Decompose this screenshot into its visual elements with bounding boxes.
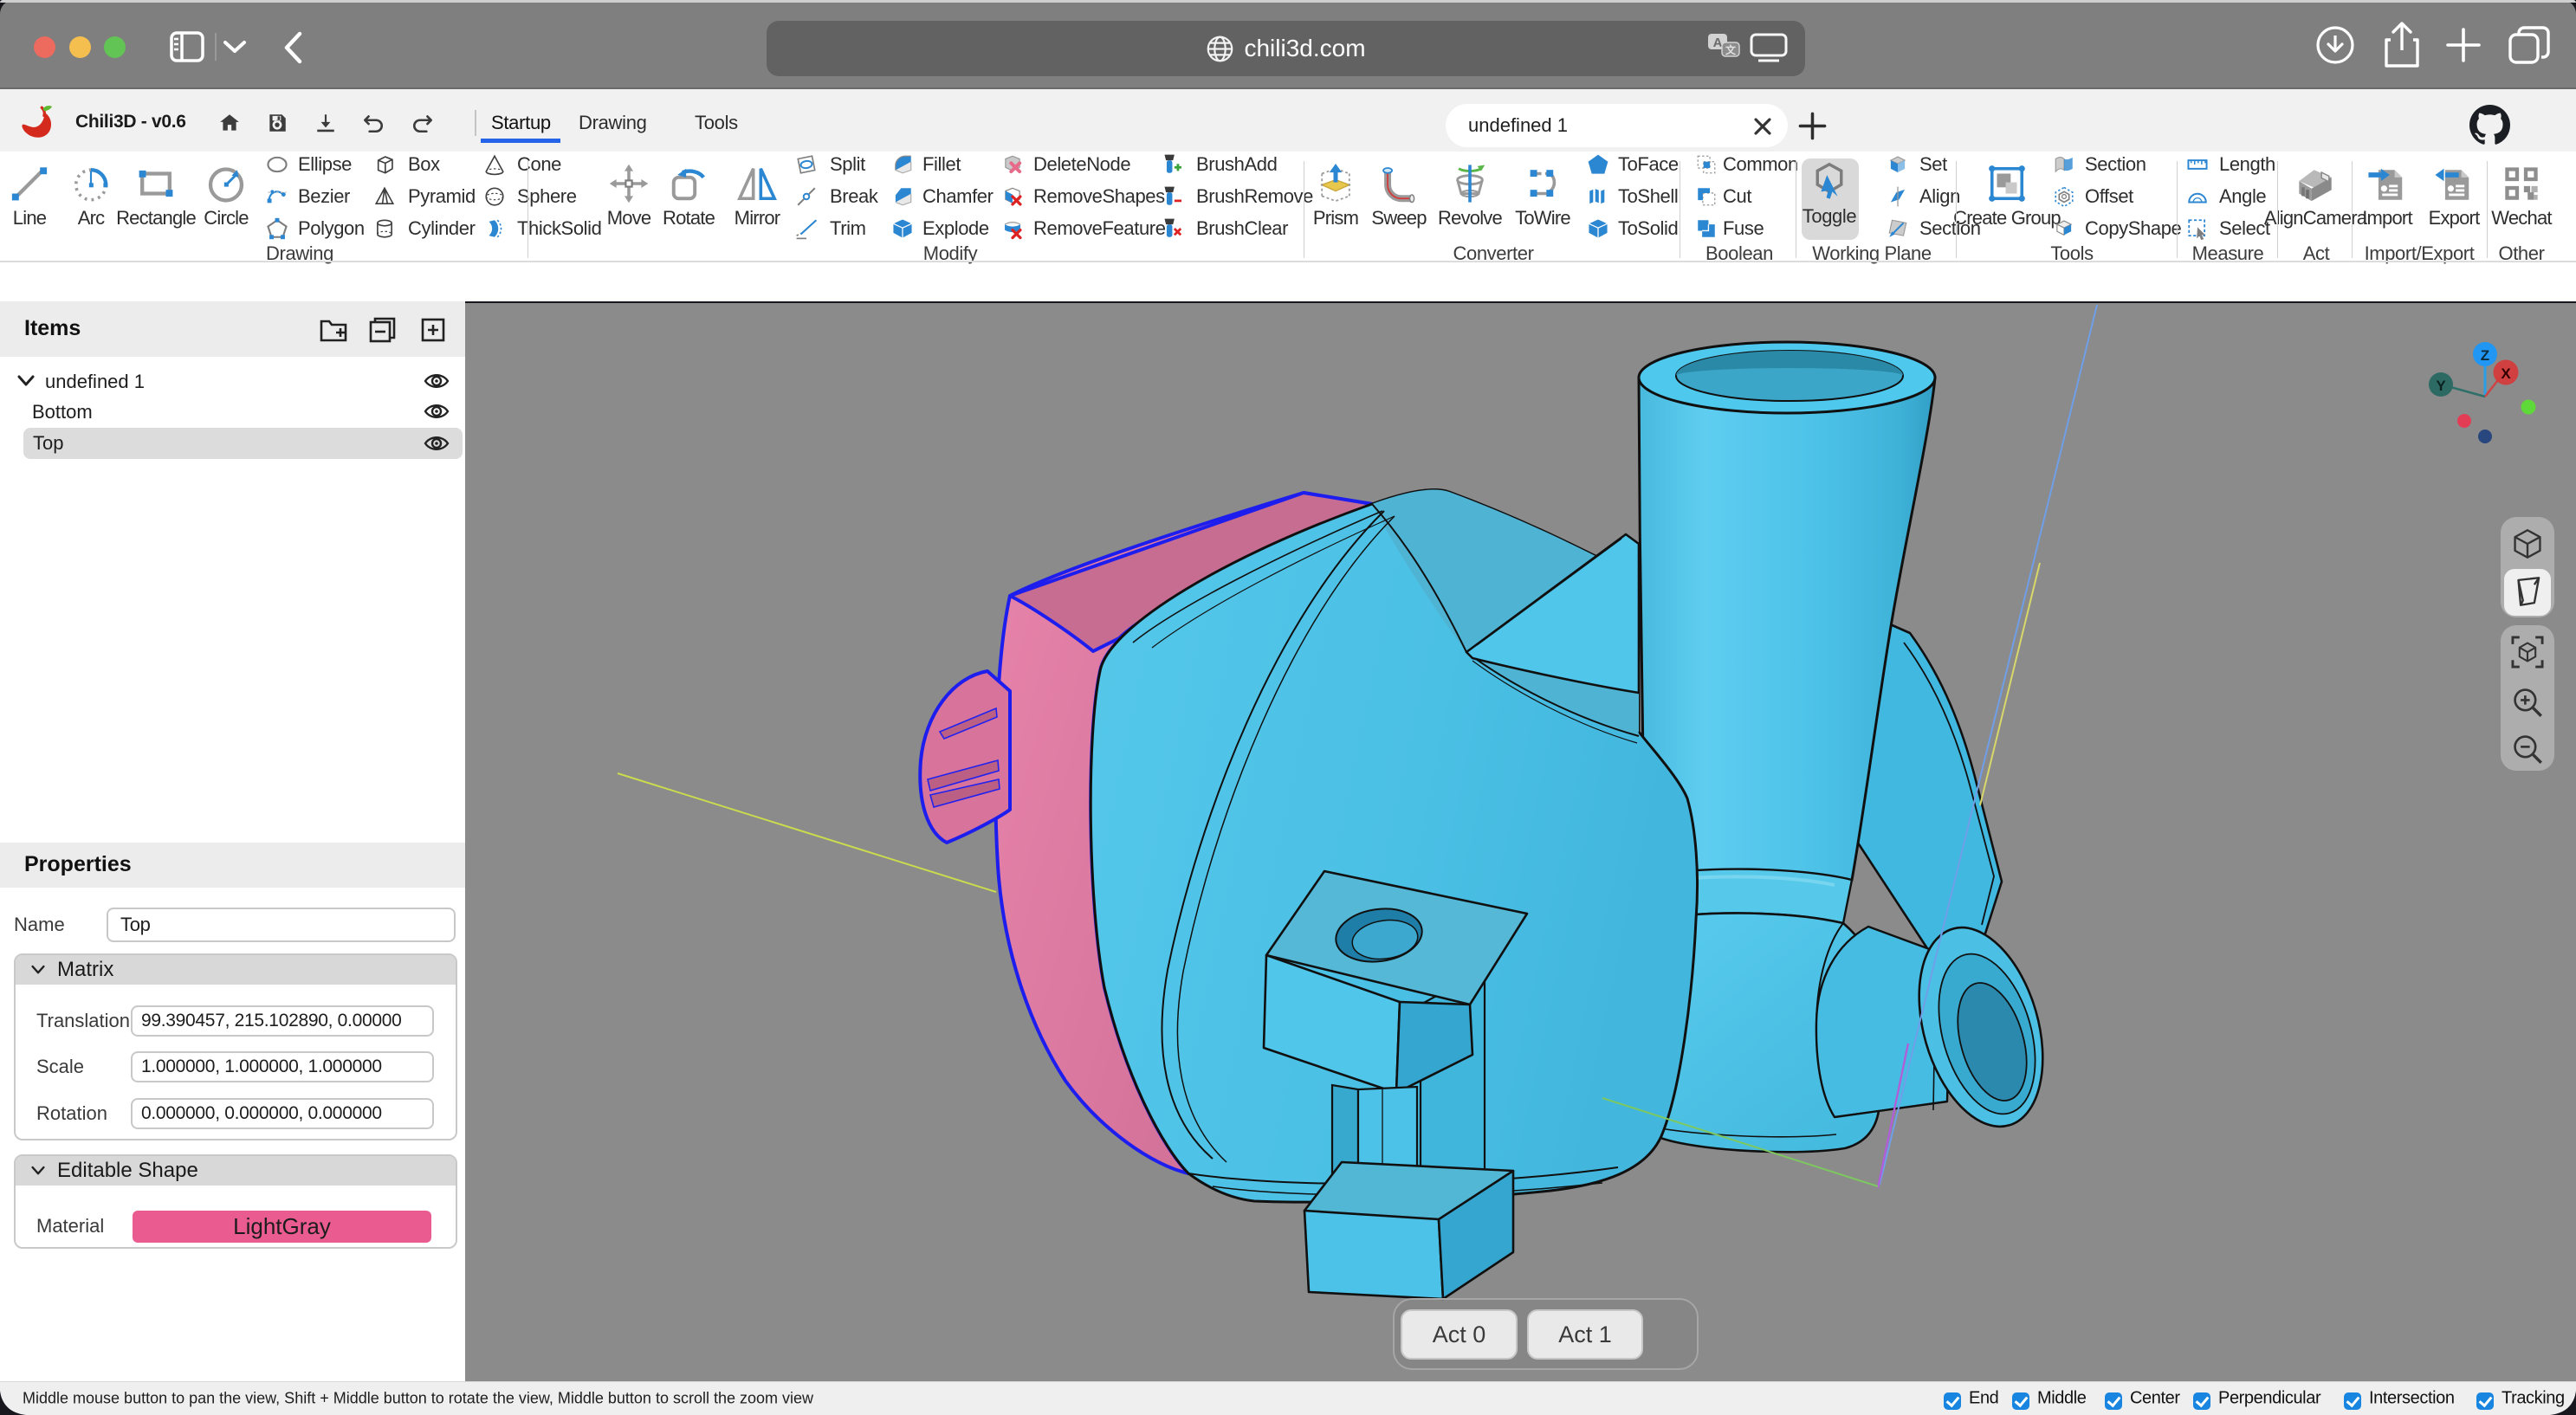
svg-text:文: 文 (1725, 43, 1737, 56)
svg-text:A: A (1713, 36, 1723, 50)
svg-text:Z: Z (2481, 347, 2489, 364)
svg-text:Y: Y (2436, 378, 2446, 394)
svg-text:X: X (2501, 365, 2511, 382)
